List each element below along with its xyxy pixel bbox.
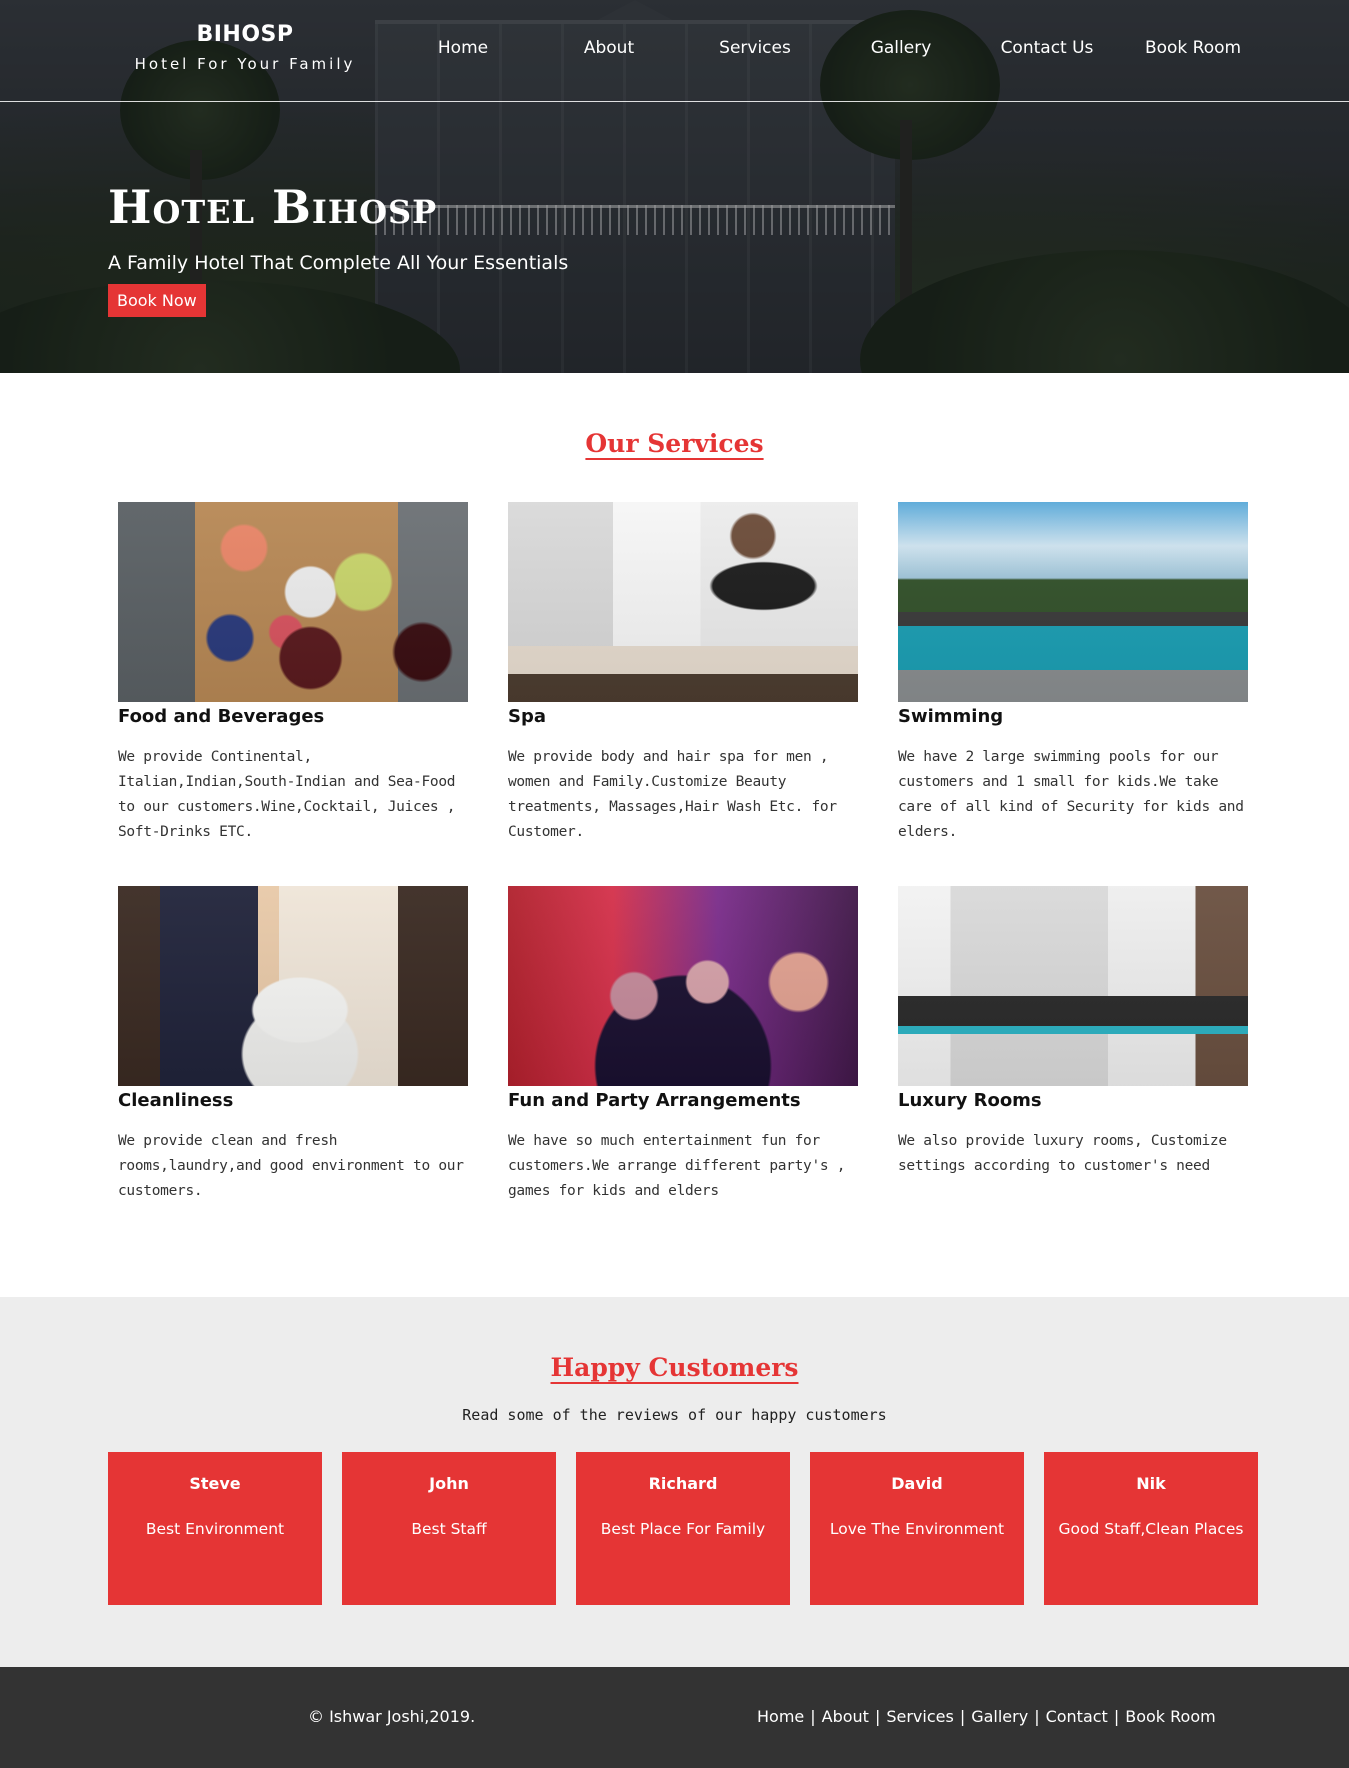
services-heading: Our Services bbox=[585, 429, 764, 458]
nav-gallery[interactable]: Gallery bbox=[828, 38, 974, 58]
image-shade bbox=[898, 886, 1248, 1086]
luxury-room-image bbox=[898, 886, 1248, 1086]
review-text: Best Place For Family bbox=[600, 1520, 766, 1538]
top-navigation: BIHOSP Hotel For Your Family Home About … bbox=[0, 0, 1349, 102]
main-nav: Home About Services Gallery Contact Us B… bbox=[390, 38, 1270, 58]
page-footer: © Ishwar Joshi,2019. Home | About | Serv… bbox=[0, 1667, 1349, 1768]
party-masks-image bbox=[508, 886, 858, 1086]
review-text: Best Environment bbox=[145, 1520, 285, 1538]
nav-home[interactable]: Home bbox=[390, 38, 536, 58]
service-title: Cleanliness bbox=[118, 1090, 234, 1111]
review-card: John Best Staff bbox=[342, 1452, 556, 1605]
service-title: Spa bbox=[508, 706, 546, 727]
nav-book-room[interactable]: Book Room bbox=[1120, 38, 1266, 58]
footer-link-home[interactable]: Home bbox=[757, 1707, 804, 1726]
reviewer-name: Steve bbox=[189, 1474, 241, 1493]
review-list: Steve Best Environment John Best Staff R… bbox=[108, 1452, 1349, 1605]
footer-nav: Home | About | Services | Gallery | Cont… bbox=[757, 1707, 1216, 1726]
food-platter-image bbox=[118, 502, 468, 702]
swimming-pool-image bbox=[898, 502, 1248, 702]
hero-subtitle: A Family Hotel That Complete All Your Es… bbox=[108, 252, 569, 274]
customers-section: Happy Customers Read some of the reviews… bbox=[0, 1297, 1349, 1667]
brand-logo[interactable]: BIHOSP Hotel For Your Family bbox=[118, 22, 372, 73]
reviewer-name: Nik bbox=[1136, 1474, 1166, 1493]
review-card: David Love The Environment bbox=[810, 1452, 1024, 1605]
image-shade bbox=[508, 502, 858, 702]
service-description: We have 2 large swimming pools for our c… bbox=[898, 749, 1244, 840]
image-shade bbox=[118, 886, 468, 1086]
footer-link-gallery[interactable]: Gallery bbox=[971, 1707, 1028, 1726]
service-card-spa: Spa We provide body and hair spa for men… bbox=[508, 502, 858, 850]
service-title: Fun and Party Arrangements bbox=[508, 1090, 801, 1111]
folded-towels-image bbox=[118, 886, 468, 1086]
review-card: Steve Best Environment bbox=[108, 1452, 322, 1605]
spa-massage-image bbox=[508, 502, 858, 702]
footer-link-contact[interactable]: Contact bbox=[1046, 1707, 1108, 1726]
footer-link-services[interactable]: Services bbox=[886, 1707, 953, 1726]
footer-separator: | bbox=[1034, 1707, 1040, 1726]
services-section: Our Services Food and Beverages We provi… bbox=[0, 373, 1349, 1297]
service-card-party: Fun and Party Arrangements We have so mu… bbox=[508, 886, 858, 1234]
service-description: We also provide luxury rooms, Customize … bbox=[898, 1133, 1227, 1174]
service-description: We provide body and hair spa for men , w… bbox=[508, 749, 837, 840]
footer-separator: | bbox=[874, 1707, 881, 1726]
footer-separator: | bbox=[810, 1707, 816, 1726]
service-card-food: Food and Beverages We provide Continenta… bbox=[118, 502, 468, 850]
service-card-luxury-rooms: Luxury Rooms We also provide luxury room… bbox=[898, 886, 1248, 1234]
nav-contact-us[interactable]: Contact Us bbox=[974, 38, 1120, 58]
service-description: We provide clean and fresh rooms,laundry… bbox=[118, 1133, 464, 1199]
image-shade bbox=[898, 502, 1248, 702]
review-card: Nik Good Staff,Clean Places bbox=[1044, 1452, 1258, 1605]
service-title: Luxury Rooms bbox=[898, 1090, 1042, 1111]
review-text: Best Staff bbox=[411, 1520, 487, 1538]
image-shade bbox=[118, 502, 468, 702]
reviewer-name: David bbox=[891, 1474, 943, 1493]
hero-section: BIHOSP Hotel For Your Family Home About … bbox=[0, 0, 1349, 373]
nav-services[interactable]: Services bbox=[682, 38, 828, 58]
footer-link-book-room[interactable]: Book Room bbox=[1125, 1707, 1215, 1726]
copyright-text: © Ishwar Joshi,2019. bbox=[308, 1707, 476, 1726]
services-grid: Food and Beverages We provide Continenta… bbox=[118, 502, 1248, 1234]
brand-tagline: Hotel For Your Family bbox=[134, 55, 356, 73]
customers-intro: Read some of the reviews of our happy cu… bbox=[462, 1406, 887, 1424]
review-text: Love The Environment bbox=[829, 1520, 1005, 1538]
reviewer-name: Richard bbox=[648, 1474, 718, 1493]
service-card-cleanliness: Cleanliness We provide clean and fresh r… bbox=[118, 886, 468, 1234]
nav-about[interactable]: About bbox=[536, 38, 682, 58]
service-title: Food and Beverages bbox=[118, 706, 325, 727]
image-shade bbox=[508, 886, 858, 1086]
footer-separator: | bbox=[959, 1707, 966, 1726]
footer-separator: | bbox=[1113, 1707, 1120, 1726]
customers-heading: Happy Customers bbox=[550, 1353, 799, 1382]
hero-text-block: Hotel Bihosp A Family Hotel That Complet… bbox=[108, 180, 568, 317]
hero-title: Hotel Bihosp bbox=[108, 180, 438, 234]
service-description: We have so much entertainment fun for cu… bbox=[508, 1133, 846, 1199]
footer-link-about[interactable]: About bbox=[822, 1707, 869, 1726]
reviewer-name: John bbox=[429, 1474, 469, 1493]
review-text: Good Staff,Clean Places bbox=[1058, 1520, 1244, 1538]
brand-name: BIHOSP bbox=[196, 22, 294, 47]
service-card-swimming: Swimming We have 2 large swimming pools … bbox=[898, 502, 1248, 850]
book-now-button[interactable]: Book Now bbox=[108, 284, 206, 317]
service-description: We provide Continental, Italian,Indian,S… bbox=[118, 749, 456, 840]
review-card: Richard Best Place For Family bbox=[576, 1452, 790, 1605]
service-title: Swimming bbox=[898, 706, 1004, 727]
